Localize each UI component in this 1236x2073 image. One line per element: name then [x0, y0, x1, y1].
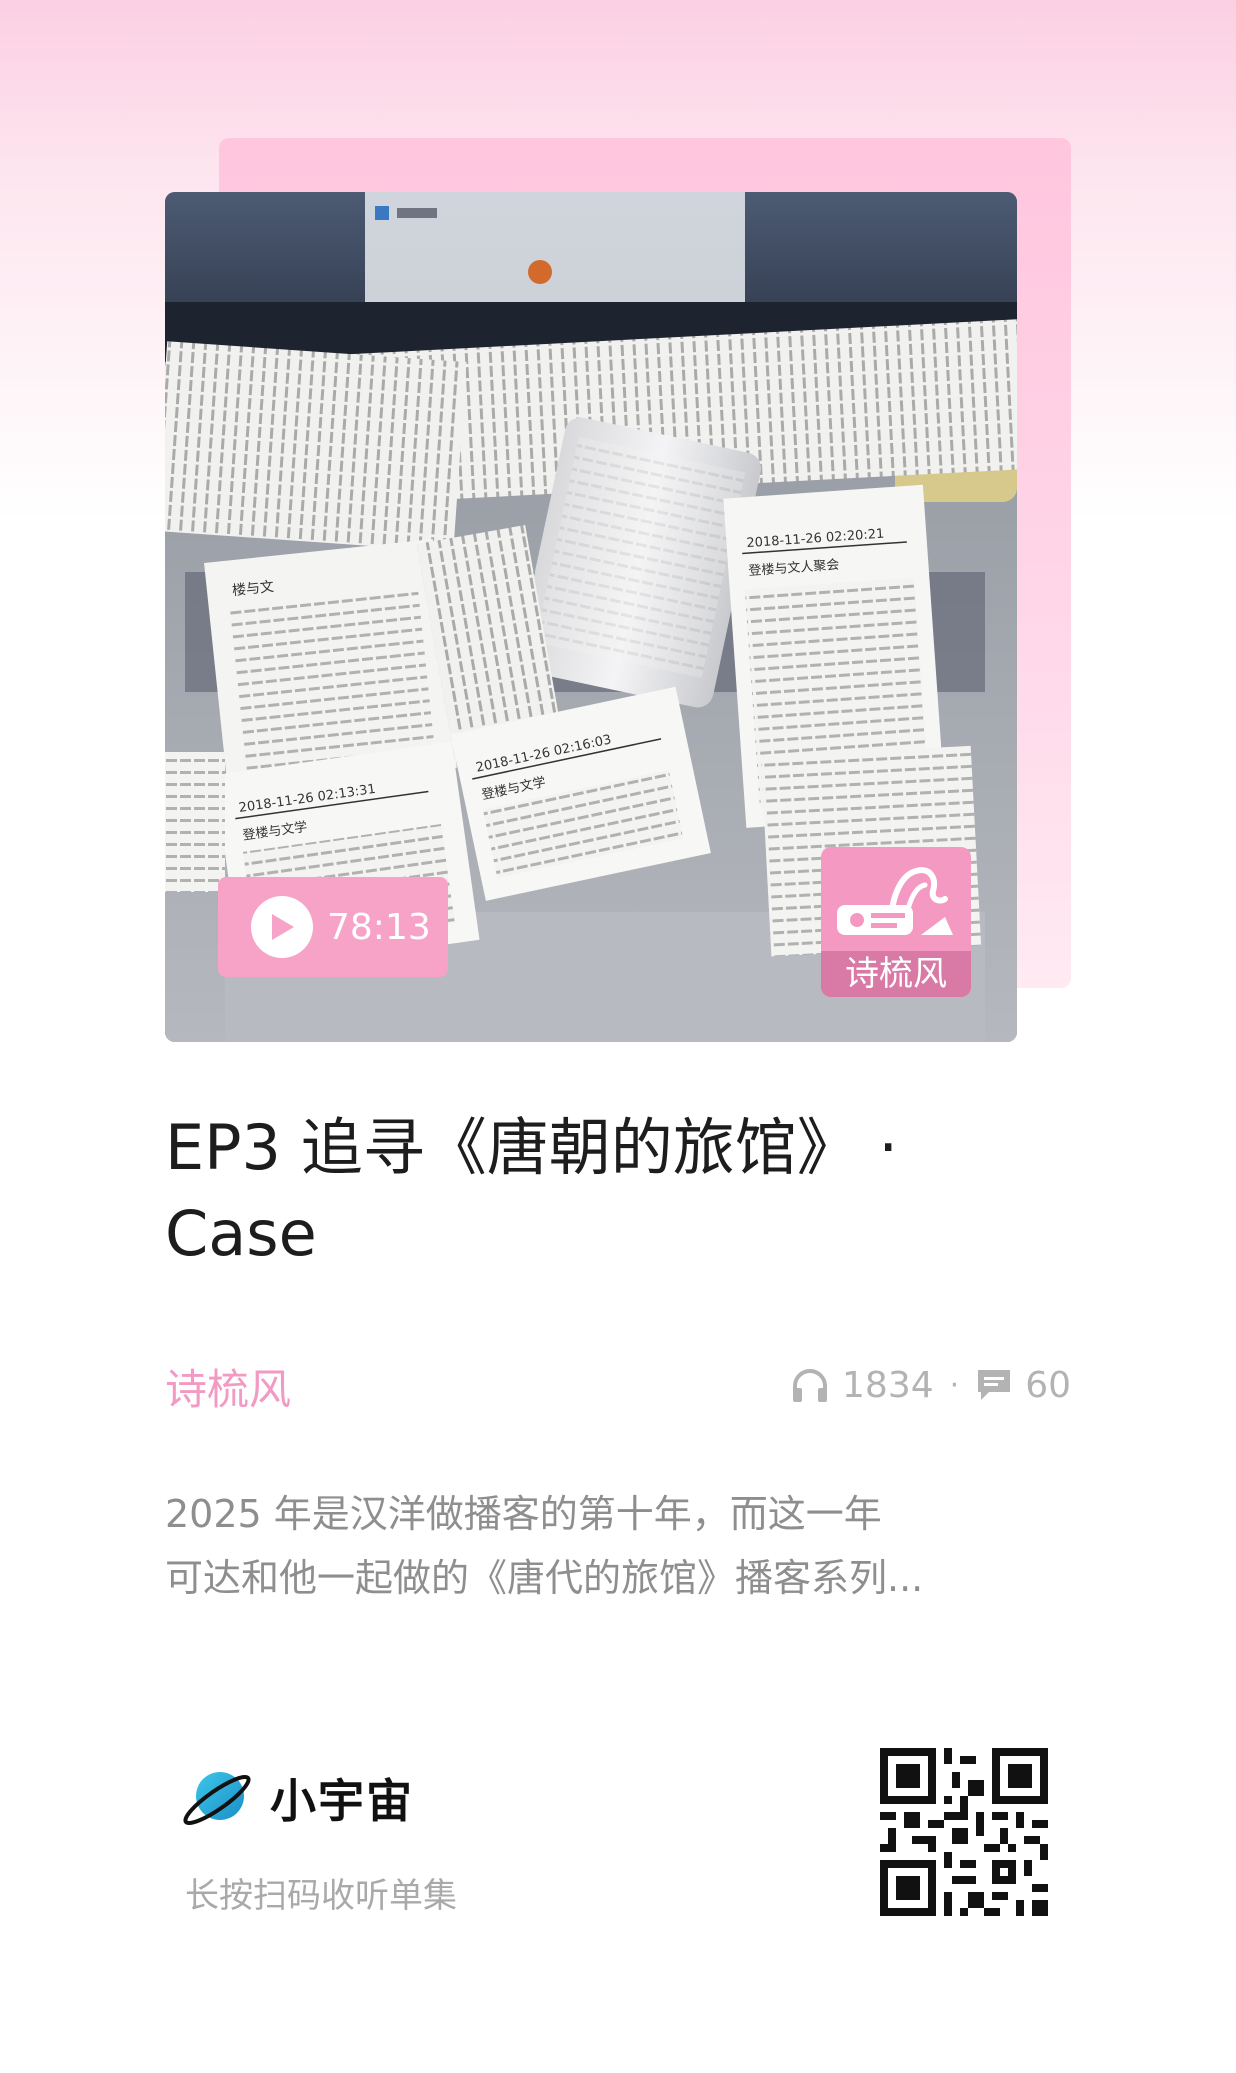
comment-icon — [975, 1367, 1013, 1403]
episode-description: 2025 年是汉洋做播客的第十年，而这一年 可达和他一起做的《唐代的旅馆》播客系… — [165, 1482, 1065, 1610]
episode-title-line2: Case — [165, 1197, 317, 1270]
planet-logo-icon — [183, 1772, 251, 1826]
episode-cover[interactable]: 楼与文 2018-11-26 02:20:21 登楼与文人聚会 2018-11-… — [165, 192, 1017, 1042]
podcast-name[interactable]: 诗梳风 — [165, 1356, 291, 1417]
headphones-icon — [790, 1366, 830, 1404]
stats-separator: · — [949, 1367, 960, 1403]
qr-code[interactable] — [880, 1748, 1048, 1916]
episode-duration: 78:13 — [327, 906, 431, 948]
play-count: 1834 — [842, 1364, 934, 1406]
podcast-logo: 诗梳风 — [821, 847, 971, 997]
episode-title: EP3 追寻《唐朝的旅馆》 · Case — [165, 1105, 1085, 1277]
typewriter-icon — [837, 867, 953, 935]
brand-name: 小宇宙 — [270, 1774, 414, 1828]
comment-count: 60 — [1025, 1364, 1071, 1406]
play-icon — [251, 896, 313, 958]
app-brand: 小宇宙 — [178, 1760, 414, 1836]
description-line1: 2025 年是汉洋做播客的第十年，而这一年 — [165, 1492, 882, 1536]
description-line2: 可达和他一起做的《唐代的旅馆》播客系列... — [165, 1556, 924, 1600]
podcast-logo-label: 诗梳风 — [821, 951, 971, 997]
episode-stats: 1834 · 60 — [790, 1360, 1071, 1410]
episode-title-line1: EP3 追寻《唐朝的旅馆》 · — [165, 1111, 899, 1184]
play-button[interactable]: 78:13 — [218, 877, 448, 977]
scan-hint: 长按扫码收听单集 — [185, 1876, 457, 1916]
